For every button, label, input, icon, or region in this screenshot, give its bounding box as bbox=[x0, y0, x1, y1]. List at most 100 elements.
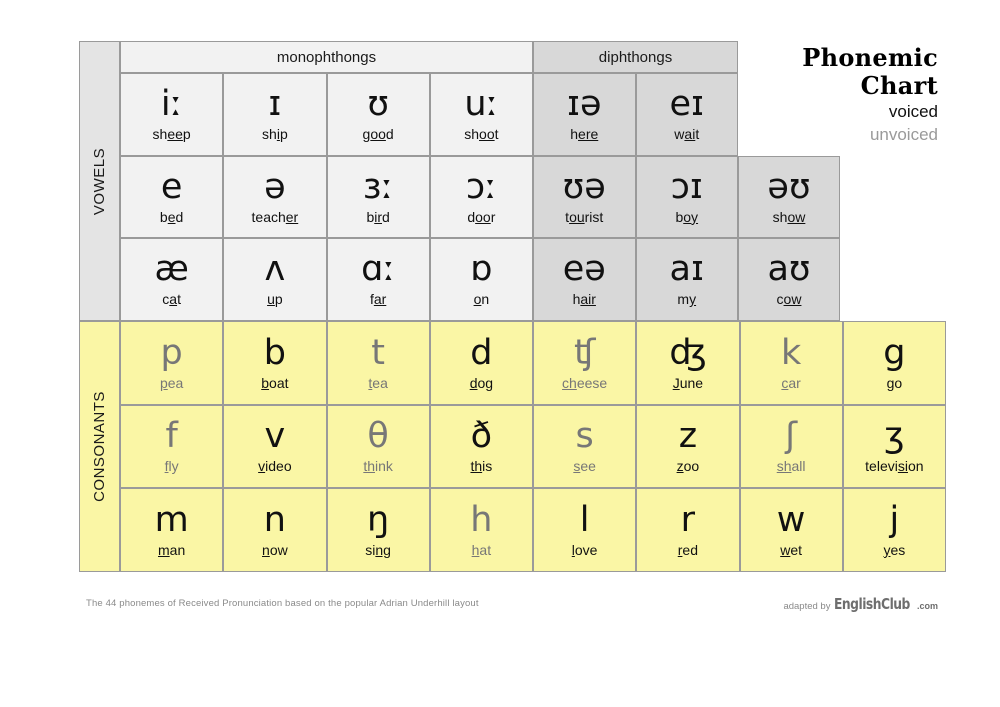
example-word-highlight: ir bbox=[374, 208, 383, 225]
example-word-highlight: v bbox=[258, 458, 266, 475]
phoneme-cell[interactable]: aɪ my bbox=[635, 238, 738, 321]
phoneme-cell[interactable]: ʃ shall bbox=[739, 404, 843, 488]
example-word-highlight: oo bbox=[479, 126, 495, 143]
vowels-label-text: VOWELS bbox=[91, 147, 108, 215]
phoneme-cell[interactable]: ʤ June bbox=[636, 321, 740, 405]
example-word: sheep bbox=[152, 126, 191, 143]
phoneme-cell[interactable]: d dog bbox=[429, 321, 533, 405]
example-word: wet bbox=[780, 541, 803, 558]
phoneme-cell[interactable]: ɔɪ boy bbox=[635, 155, 738, 238]
example-word-highlight: ng bbox=[375, 541, 391, 558]
example-word-highlight: c bbox=[781, 374, 789, 391]
phoneme-cell[interactable]: θ think bbox=[326, 404, 430, 488]
phoneme-cell[interactable]: ʧ cheese bbox=[533, 321, 637, 405]
phoneme-cell[interactable]: eɪ wait bbox=[635, 73, 738, 156]
phoneme-symbol: ʊ bbox=[367, 84, 389, 125]
phoneme-symbol: b bbox=[263, 332, 286, 373]
header-diphthongs: diphthongs bbox=[533, 41, 738, 73]
phoneme-symbol: g bbox=[883, 332, 906, 373]
example-word-highlight: s bbox=[573, 458, 581, 475]
example-word: far bbox=[369, 291, 387, 308]
example-word-highlight: n bbox=[262, 541, 270, 558]
example-word-highlight: ch bbox=[562, 374, 577, 391]
legend-unvoiced: unvoiced bbox=[869, 124, 938, 144]
phoneme-symbol: z bbox=[678, 416, 698, 457]
phoneme-cell[interactable]: əʊ show bbox=[738, 155, 840, 238]
phoneme-cell[interactable]: ŋ sing bbox=[326, 488, 430, 572]
phoneme-cell[interactable]: ʊ good bbox=[326, 73, 430, 156]
phoneme-cell[interactable]: v video bbox=[223, 404, 327, 488]
example-word-highlight: ou bbox=[569, 208, 585, 225]
example-word: bird bbox=[366, 208, 390, 225]
phoneme-cell[interactable]: æ cat bbox=[120, 238, 224, 321]
phoneme-cell[interactable]: k car bbox=[739, 321, 843, 405]
example-word: pea bbox=[159, 374, 184, 391]
phoneme-cell[interactable]: ɒ on bbox=[429, 238, 533, 321]
phoneme-cell[interactable]: j yes bbox=[842, 488, 946, 572]
phoneme-symbol: h bbox=[470, 499, 493, 540]
example-word-highlight: oy bbox=[683, 208, 699, 225]
phoneme-cell[interactable]: uː shoot bbox=[429, 73, 533, 156]
phoneme-cell[interactable]: ɪə here bbox=[533, 73, 636, 156]
phoneme-symbol: iː bbox=[160, 84, 183, 125]
example-word-highlight: l bbox=[571, 541, 575, 558]
example-word-highlight: J bbox=[672, 374, 680, 391]
phoneme-cell[interactable]: f fly bbox=[120, 404, 224, 488]
phonemic-chart: VOWELS CONSONANTS monophthongs diphthong… bbox=[0, 0, 1000, 707]
phoneme-cell[interactable]: aʊ cow bbox=[738, 238, 840, 321]
example-word: think bbox=[363, 458, 393, 475]
phoneme-cell[interactable]: ð this bbox=[429, 404, 533, 488]
phoneme-cell[interactable]: n now bbox=[223, 488, 327, 572]
example-word-highlight: y bbox=[689, 291, 697, 308]
example-word-highlight: f bbox=[164, 458, 169, 475]
example-word: sing bbox=[365, 541, 391, 558]
phoneme-cell[interactable]: e bed bbox=[120, 155, 224, 238]
credit-prefix: adapted by bbox=[783, 601, 831, 612]
phoneme-symbol: r bbox=[680, 499, 696, 540]
phoneme-cell[interactable]: l love bbox=[533, 488, 637, 572]
phoneme-symbol: ɪ bbox=[268, 84, 282, 125]
phoneme-symbol: m bbox=[154, 499, 189, 540]
phoneme-cell[interactable]: b boat bbox=[223, 321, 327, 405]
phoneme-cell[interactable]: ɜː bird bbox=[326, 155, 430, 238]
example-word-highlight: a bbox=[169, 291, 178, 308]
example-word: this bbox=[470, 458, 493, 475]
example-word-highlight: sh bbox=[776, 458, 792, 475]
section-label-consonants: CONSONANTS bbox=[79, 321, 120, 572]
phoneme-cell[interactable]: p pea bbox=[120, 321, 224, 405]
phoneme-cell[interactable]: m man bbox=[120, 488, 224, 572]
phoneme-symbol: s bbox=[575, 416, 594, 457]
example-word: door bbox=[467, 208, 496, 225]
phoneme-symbol: eə bbox=[562, 249, 606, 290]
phoneme-cell[interactable]: ɔː door bbox=[429, 155, 533, 238]
phoneme-symbol: æ bbox=[154, 249, 189, 290]
phoneme-cell[interactable]: ʊə tourist bbox=[533, 155, 636, 238]
phoneme-cell[interactable]: ɪ ship bbox=[223, 73, 327, 156]
phoneme-cell[interactable]: t tea bbox=[326, 321, 430, 405]
phoneme-cell[interactable]: ə teacher bbox=[223, 155, 327, 238]
phoneme-cell[interactable]: ʌ up bbox=[223, 238, 327, 321]
example-word: wait bbox=[674, 126, 700, 143]
phoneme-cell[interactable]: iː sheep bbox=[120, 73, 224, 156]
phoneme-symbol: t bbox=[371, 332, 385, 373]
phoneme-cell[interactable]: eə hair bbox=[533, 238, 636, 321]
phoneme-cell[interactable]: r red bbox=[636, 488, 740, 572]
phoneme-symbol: e bbox=[160, 166, 183, 207]
example-word-highlight: r bbox=[677, 541, 683, 558]
phoneme-symbol: ð bbox=[470, 416, 493, 457]
phoneme-cell[interactable]: ɑː far bbox=[326, 238, 430, 321]
phoneme-cell[interactable]: h hat bbox=[429, 488, 533, 572]
phoneme-cell[interactable]: ʒ television bbox=[842, 404, 946, 488]
phoneme-cell[interactable]: z zoo bbox=[636, 404, 740, 488]
example-word: up bbox=[267, 291, 283, 308]
example-word: ship bbox=[262, 126, 288, 143]
phoneme-cell[interactable]: w wet bbox=[739, 488, 843, 572]
example-word: tea bbox=[368, 374, 388, 391]
phoneme-cell[interactable]: s see bbox=[533, 404, 637, 488]
credit-tld: .com bbox=[916, 601, 938, 611]
example-word: here bbox=[570, 126, 599, 143]
phoneme-cell[interactable]: g go bbox=[842, 321, 946, 405]
example-word-highlight: oo bbox=[475, 208, 491, 225]
example-word-highlight: ow bbox=[783, 291, 802, 308]
phoneme-symbol: ɒ bbox=[470, 249, 493, 290]
